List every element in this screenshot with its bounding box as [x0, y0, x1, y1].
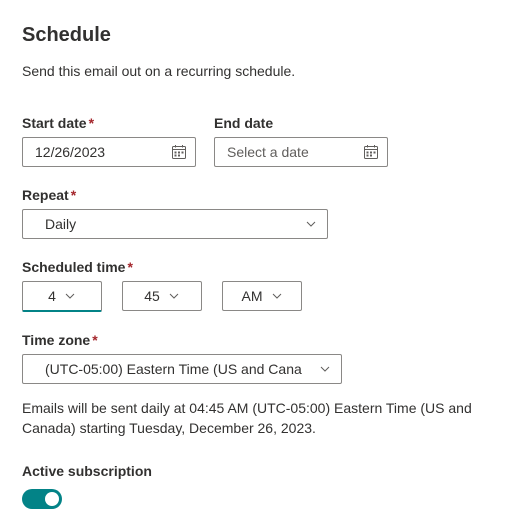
minute-value: 45: [144, 288, 160, 304]
start-date-field[interactable]: [33, 143, 171, 161]
timezone-label: Time zone*: [22, 332, 492, 348]
chevron-down-icon: [168, 290, 180, 302]
toggle-knob: [45, 492, 59, 506]
scheduled-time-label: Scheduled time*: [22, 259, 492, 275]
end-date-input[interactable]: [214, 137, 388, 167]
end-date-field[interactable]: [225, 143, 363, 161]
repeat-label: Repeat*: [22, 187, 492, 203]
calendar-icon[interactable]: [363, 144, 379, 160]
chevron-down-icon: [319, 363, 331, 375]
required-asterisk: *: [71, 187, 76, 203]
timezone-select[interactable]: (UTC-05:00) Eastern Time (US and Cana: [22, 354, 342, 384]
page-title: Schedule: [22, 24, 492, 47]
ampm-select[interactable]: AM: [222, 281, 302, 311]
chevron-down-icon: [64, 290, 76, 302]
subscription-toggle[interactable]: [22, 489, 62, 509]
repeat-value: Daily: [45, 216, 76, 232]
chevron-down-icon: [271, 290, 283, 302]
page-description: Send this email out on a recurring sched…: [22, 63, 492, 79]
required-asterisk: *: [127, 259, 132, 275]
repeat-select[interactable]: Daily: [22, 209, 328, 239]
ampm-value: AM: [242, 288, 263, 304]
required-asterisk: *: [89, 115, 94, 131]
required-asterisk: *: [92, 332, 97, 348]
schedule-summary: Emails will be sent daily at 04:45 AM (U…: [22, 398, 492, 439]
end-date-label: End date: [214, 115, 388, 131]
hour-value: 4: [48, 288, 56, 304]
minute-select[interactable]: 45: [122, 281, 202, 311]
hour-select[interactable]: 4: [22, 281, 102, 312]
timezone-value: (UTC-05:00) Eastern Time (US and Cana: [45, 361, 302, 377]
calendar-icon[interactable]: [171, 144, 187, 160]
subscription-label: Active subscription: [22, 463, 492, 479]
start-date-input[interactable]: [22, 137, 196, 167]
chevron-down-icon: [305, 218, 317, 230]
start-date-label: Start date*: [22, 115, 196, 131]
